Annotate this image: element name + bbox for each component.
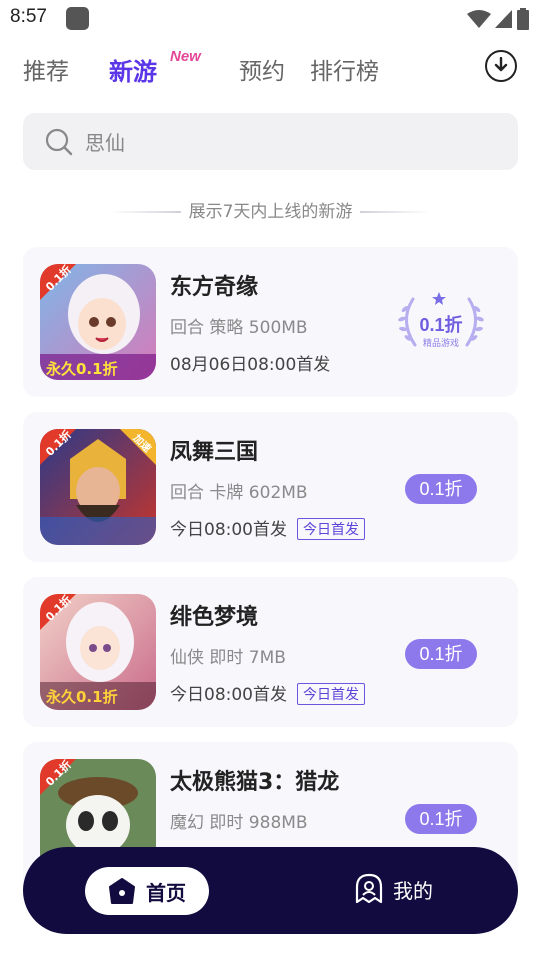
top-tab-bar: 推荐 新游 New 预约 排行榜 (0, 46, 541, 90)
home-icon (109, 878, 135, 904)
discount-label: 0.1折 (419, 315, 463, 335)
download-button[interactable] (485, 50, 517, 82)
bottom-nav: 首页 我的 (23, 847, 518, 934)
discount-pill[interactable]: 0.1折 (405, 804, 477, 834)
game-name: 东方奇缘 (170, 275, 259, 300)
discount-pill[interactable]: 0.1折 (405, 639, 477, 669)
section-note-text: 展示7天内上线的新游 (188, 202, 353, 222)
game-meta: 回合 策略 500MB (170, 318, 308, 338)
status-time: 8:57 (10, 6, 47, 27)
game-name: 太极熊猫3：猎龙 (170, 770, 340, 795)
game-name: 凤舞三国 (170, 440, 259, 465)
game-card[interactable]: 0.1折 加速 凤舞三国 回合 卡牌 602MB 今日08:00首发 今日首发 0… (23, 412, 518, 562)
game-thumbnail[interactable]: 0.1折 永久0.1折 (40, 264, 156, 380)
game-meta: 仙侠 即时 7MB (170, 648, 286, 668)
app-notification-icon (66, 7, 89, 30)
tab-ranking[interactable]: 排行榜 (310, 52, 379, 86)
thumb-caption: 永久0.1折 (46, 360, 118, 378)
release-date-text: 今日08:00首发 (170, 685, 287, 705)
game-release-date: 今日08:00首发 今日首发 (170, 515, 365, 540)
section-note: 展示7天内上线的新游 (0, 197, 541, 222)
signal-icon (495, 10, 512, 28)
search-input[interactable]: 思仙 (85, 127, 125, 156)
game-release-date: 今日08:00首发 今日首发 (170, 680, 365, 705)
game-thumbnail[interactable]: 0.1折 加速 (40, 429, 156, 545)
release-date-text: 今日08:00首发 (170, 520, 287, 540)
divider-left (110, 211, 181, 213)
thumb-caption: 永久0.1折 (46, 688, 118, 706)
game-thumbnail[interactable]: 0.1折 永久0.1折 (40, 594, 156, 710)
today-launch-tag: 今日首发 (297, 518, 365, 540)
nav-home-button[interactable]: 首页 (85, 867, 209, 915)
tab-reserve[interactable]: 预约 (239, 52, 285, 86)
wifi-icon (467, 10, 491, 28)
game-meta: 魔幻 即时 988MB (170, 813, 308, 833)
nav-mine-button[interactable]: 我的 (353, 873, 433, 905)
game-name: 绯色梦境 (170, 605, 259, 630)
game-release-date: 08月06日08:00首发 (170, 355, 331, 375)
game-card[interactable]: 0.1折 永久0.1折 绯色梦境 仙侠 即时 7MB 今日08:00首发 今日首发… (23, 577, 518, 727)
quality-label: 精品游戏 (422, 339, 459, 349)
system-icons (467, 8, 529, 30)
battery-icon (517, 8, 529, 30)
tab-new-games[interactable]: 新游 (109, 52, 157, 87)
discount-pill[interactable]: 0.1折 (405, 474, 477, 504)
today-launch-tag: 今日首发 (297, 683, 365, 705)
status-bar: 8:57 (0, 0, 541, 36)
game-card[interactable]: 0.1折 永久0.1折 东方奇缘 回合 策略 500MB 08月06日08:00… (23, 247, 518, 397)
new-badge: New (170, 48, 201, 65)
game-meta: 回合 卡牌 602MB (170, 483, 308, 503)
quality-laurel-badge: 0.1折 精品游戏 (393, 291, 489, 353)
divider-right (360, 211, 431, 213)
profile-icon (355, 873, 383, 904)
nav-mine-label: 我的 (393, 878, 433, 903)
download-icon (494, 57, 508, 72)
tab-recommend[interactable]: 推荐 (23, 52, 69, 86)
search-bar[interactable]: 思仙 (23, 113, 518, 170)
nav-home-label: 首页 (146, 880, 186, 905)
search-icon (45, 128, 73, 155)
